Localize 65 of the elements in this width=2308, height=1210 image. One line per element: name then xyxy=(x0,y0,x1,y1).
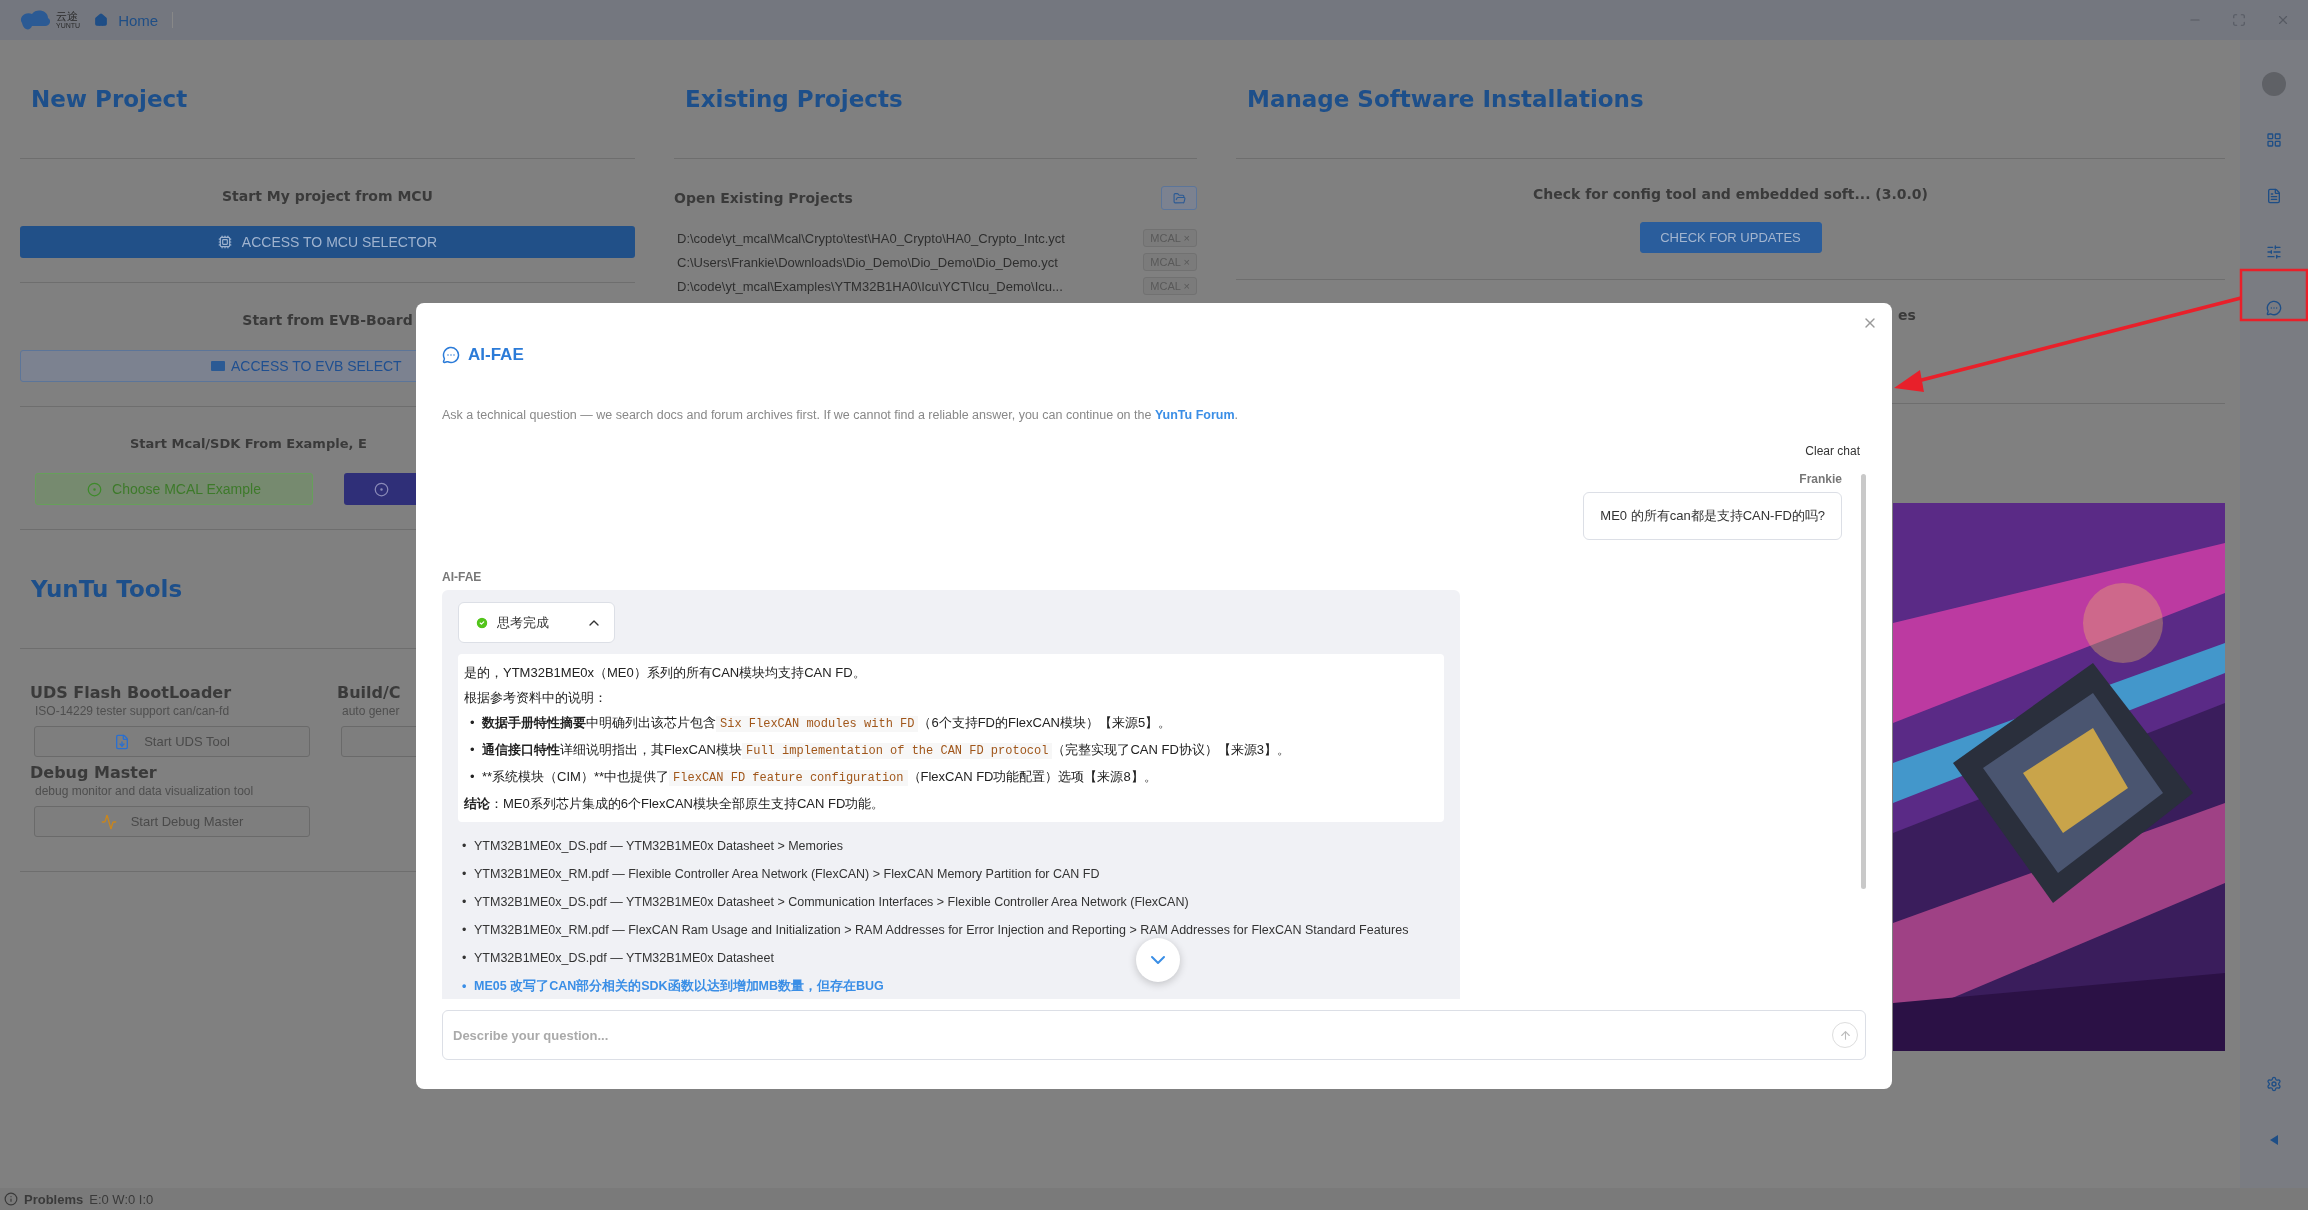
avatar[interactable] xyxy=(2262,72,2286,96)
chat-icon xyxy=(442,346,460,364)
user-message: ME0 的所有can都是支持CAN-FD的吗? xyxy=(1583,492,1842,540)
collapse-icon[interactable] xyxy=(2270,1135,2278,1145)
source-item: • YTM32B1ME0x_RM.pdf — Flexible Controller Area Network (FlexCAN) > FlexCAN Memory Partition for CAN FD xyxy=(462,866,1100,883)
download-icon xyxy=(114,733,131,750)
folder-icon xyxy=(1172,191,1186,205)
target-icon xyxy=(374,481,389,497)
source-link[interactable]: • ME05 改写了CAN部分相关的SDK函数以达到增加MB数量，但存在BUG xyxy=(462,972,884,999)
source-item: • YTM32B1ME0x_DS.pdf — YTM32B1ME0x Datasheet > Communication Interfaces > Flexible Controller Area Network (FlexCAN) xyxy=(462,894,1189,911)
section-title: New Project xyxy=(30,85,188,114)
answer-text: 是的，YTM32B1ME0x（ME0）系列的所有CAN模块均支持CAN FD。 xyxy=(464,664,867,682)
answer-text: 根据参考资料中的说明： xyxy=(464,689,608,707)
tool-name: Debug Master xyxy=(30,763,157,782)
bot-name: AI-FAE xyxy=(442,570,483,584)
target-icon xyxy=(87,481,103,497)
clear-chat-button[interactable]: Clear chat xyxy=(1805,444,1866,458)
forum-link[interactable]: YunTu Forum xyxy=(1154,408,1235,422)
answer-bullet: • **系统模块（CIM）**中也提供了 FlexCAN FD feature configuration （FlexCAN FD功能配置）选项【来源8】。 xyxy=(470,768,1158,788)
source-item: • YTM32B1ME0x_DS.pdf — YTM32B1ME0x Datasheet xyxy=(462,950,774,967)
source-item: • YTM32B1ME0x_RM.pdf — FlexCAN Ram Usage and Initialization > RAM Addresses for Error Injection and Reporting > RAM Addresses for FlexCAN Standard Features xyxy=(462,922,1409,939)
question-field[interactable]: Describe your question... xyxy=(442,1010,1866,1060)
status-label: Problems xyxy=(24,1191,84,1207)
grid-icon[interactable] xyxy=(2266,132,2282,148)
tool-name: Build/C xyxy=(337,683,401,702)
maximize-icon[interactable] xyxy=(2232,13,2246,27)
board-icon xyxy=(211,361,225,371)
highlight-frame xyxy=(2239,268,2308,322)
open-folder-button[interactable] xyxy=(1161,186,1197,210)
document-icon[interactable] xyxy=(2266,188,2282,204)
project-path[interactable]: D:\code\yt_mcal\Examples\YTM32B1HA0\Icu\YCT\Icu_Demo\Icu... xyxy=(674,278,1063,294)
home-tab[interactable]: Home xyxy=(94,12,174,28)
section-heading: es xyxy=(1898,307,1917,323)
section-title: YunTu Tools xyxy=(30,575,183,604)
close-icon[interactable] xyxy=(2276,13,2290,27)
answer-bullet: • 通信接口特性详细说明指出，其FlexCAN模块 Full implementation of the CAN FD protocol （完整实现了CAN FD协议）【来源3】。 xyxy=(470,741,1292,761)
scrollbar[interactable] xyxy=(1861,474,1866,889)
user-name: Frankie xyxy=(1799,472,1842,486)
settings-icon[interactable] xyxy=(2266,1076,2282,1092)
info-icon xyxy=(4,1192,18,1206)
section-heading: Check for config tool and embedded soft... (3.0.0) xyxy=(1533,186,1928,202)
chip-icon xyxy=(217,235,232,249)
section-heading: Start from EVB-Board xyxy=(242,312,413,328)
section-heading: Start Mcal/SDK From Example, E xyxy=(130,436,367,451)
check-icon xyxy=(475,615,489,630)
arrow-up-icon xyxy=(1838,1028,1852,1042)
chat-icon[interactable] xyxy=(2266,300,2282,316)
tool-name: UDS Flash BootLoader xyxy=(30,683,232,702)
intro-text: Ask a technical question — we search docs and forum archives first. If we cannot find a reliable answer, you can continue on the YunTu Forum. xyxy=(442,408,1239,422)
status-counts: E:0 W:0 I:0 xyxy=(89,1191,154,1207)
answer-bullet: • 数据手册特性摘要中明确列出该芯片包含 Six FlexCAN modules with FD （6个支持FD的FlexCAN模块）【来源5】。 xyxy=(470,714,1173,734)
project-path[interactable]: C:\Users\Frankie\Downloads\Dio_Demo\Dio_Demo\Dio_Demo.yct xyxy=(674,254,1058,270)
sliders-icon[interactable] xyxy=(2266,244,2282,260)
section-title: Manage Software Installations xyxy=(1246,85,1644,114)
mcu-selector-button[interactable]: ACCESS TO MCU SELECTOR xyxy=(20,226,635,258)
home-icon xyxy=(94,13,109,27)
check-updates-button[interactable]: CHECK FOR UPDATES xyxy=(1639,222,1822,253)
project-path[interactable]: D:\code\yt_mcal\Mcal\Crypto\test\HA0_Crypto\HA0_Crypto_Intc.yct xyxy=(674,230,1065,246)
pulse-icon xyxy=(100,813,117,830)
thinking-toggle[interactable]: 思考完成 xyxy=(458,602,615,643)
section-heading: Start My project from MCU xyxy=(222,188,433,204)
section-heading: Open Existing Projects xyxy=(674,190,853,206)
answer-text: 结论：ME0系列芯片集成的6个FlexCAN模块全部原生支持CAN FD功能。 xyxy=(464,795,886,813)
source-item: • YTM32B1ME0x_DS.pdf — YTM32B1ME0x Datasheet > Memories xyxy=(462,838,844,855)
section-title: Existing Projects xyxy=(684,85,903,114)
